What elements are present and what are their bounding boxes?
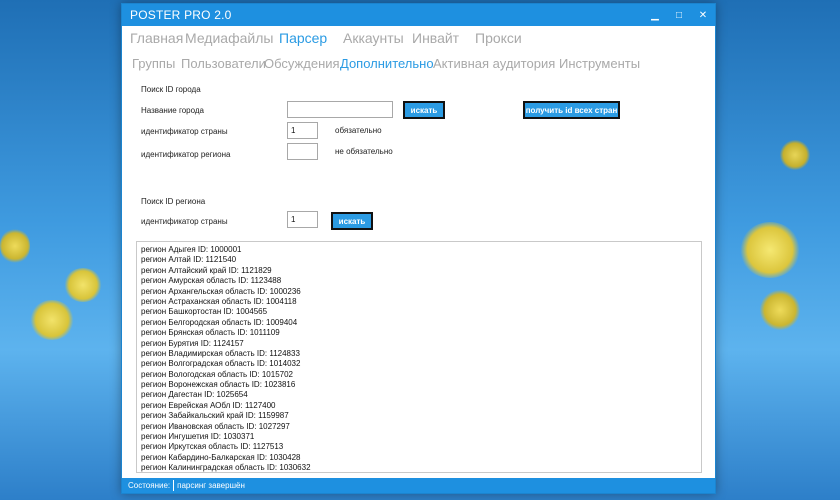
result-line: регион Астраханская область ID: 1004118 [141,296,297,306]
result-line: регион Алтай ID: 1121540 [141,255,237,265]
result-line: регион Башкортостан ID: 1004565 [141,307,268,317]
result-line: регион Алтайский край ID: 1121829 [141,265,272,275]
result-line: регион Ивановская область ID: 1027297 [141,421,290,431]
result-line: регион Архангельская область ID: 1000236 [141,286,301,296]
result-line: регион Ингушетия ID: 1030371 [141,432,255,442]
result-line: регион Иркутская область ID: 1127513 [141,442,284,452]
submenu-item-users[interactable]: Пользователи [181,56,266,71]
result-line: регион Бурятия ID: 1124157 [141,338,244,348]
submenu-item-active-audience[interactable]: Активная аудитория [433,56,555,71]
app-window: POSTER PRO 2.0 ▁ □ ✕ Главная Медиафайлы … [121,3,716,494]
maximize-icon[interactable]: □ [667,4,691,26]
result-line: регион Кабардино-Балкарская ID: 1030428 [141,452,301,462]
wallpaper-flower [64,268,102,302]
result-line: регион Еврейская АОбл ID: 1127400 [141,400,276,410]
result-line: регион Владимирская область ID: 1124833 [141,348,300,358]
window-controls: ▁ □ ✕ [643,4,715,26]
submenu-item-tools[interactable]: Инструменты [559,56,640,71]
region-id-label: идентификатор региона [141,150,231,159]
window-title: POSTER PRO 2.0 [130,8,232,22]
menu-item-media[interactable]: Медиафайлы [185,30,273,46]
title-bar[interactable]: POSTER PRO 2.0 ▁ □ ✕ [122,4,715,26]
region-optional-note: не обязательно [335,147,393,156]
region-search-button[interactable]: искать [331,212,373,230]
wallpaper-flower [740,222,800,278]
status-bar: Состояние: парсинг завершён [122,478,715,493]
submenu-item-additional[interactable]: Дополнительно [340,56,434,71]
result-line: регион Брянская область ID: 1011109 [141,328,280,338]
result-line: регион Белгородская область ID: 1009404 [141,317,298,327]
result-line: регион Волгоградская область ID: 1014032 [141,359,301,369]
status-value: парсинг завершён [177,481,245,490]
region-country-id-input[interactable] [287,211,318,228]
menu-item-parser[interactable]: Парсер [279,30,327,46]
wallpaper-flower [30,300,74,340]
city-name-label: Название города [141,106,205,115]
get-all-countries-button[interactable]: получить id всех стран [523,101,620,119]
result-line: регион Дагестан ID: 1025654 [141,390,248,400]
menu-item-home[interactable]: Главная [130,30,183,46]
wallpaper-flower [780,140,810,170]
city-search-button[interactable]: искать [403,101,445,119]
country-id-input[interactable] [287,122,318,139]
status-label: Состояние: [128,481,171,490]
city-name-input[interactable] [287,101,393,118]
wallpaper-flower [760,290,800,330]
status-separator [173,480,175,491]
result-line: регион Амурская область ID: 1123488 [141,276,282,286]
result-line: регион Вологодская область ID: 1015702 [141,369,293,379]
submenu-item-discussions[interactable]: Обсуждения [264,56,340,71]
submenu-item-groups[interactable]: Группы [132,56,175,71]
close-icon[interactable]: ✕ [691,4,715,26]
minimize-icon[interactable]: ▁ [643,4,667,26]
wallpaper-flower [0,228,30,264]
country-required-note: обязательно [335,126,382,135]
result-line: регион Калининградская область ID: 10306… [141,463,311,473]
result-line: регион Адыгея ID: 1000001 [141,245,242,254]
menu-item-proxy[interactable]: Прокси [475,30,522,46]
results-textbox[interactable]: регион Адыгея ID: 1000001 регион Алтай ID… [136,241,702,473]
city-search-heading: Поиск ID города [141,85,201,94]
country-id-label: идентификатор страны [141,127,228,136]
region-search-heading: Поиск ID региона [141,197,206,206]
region-country-id-label: идентификатор страны [141,217,228,226]
menu-item-accounts[interactable]: Аккаунты [343,30,404,46]
menu-item-invite[interactable]: Инвайт [412,30,459,46]
results-list: регион Адыгея ID: 1000001 регион Алтай ID… [137,242,701,473]
result-line: регион Воронежская область ID: 1023816 [141,380,296,390]
region-id-input[interactable] [287,143,318,160]
result-line: регион Забайкальский край ID: 1159987 [141,411,289,421]
